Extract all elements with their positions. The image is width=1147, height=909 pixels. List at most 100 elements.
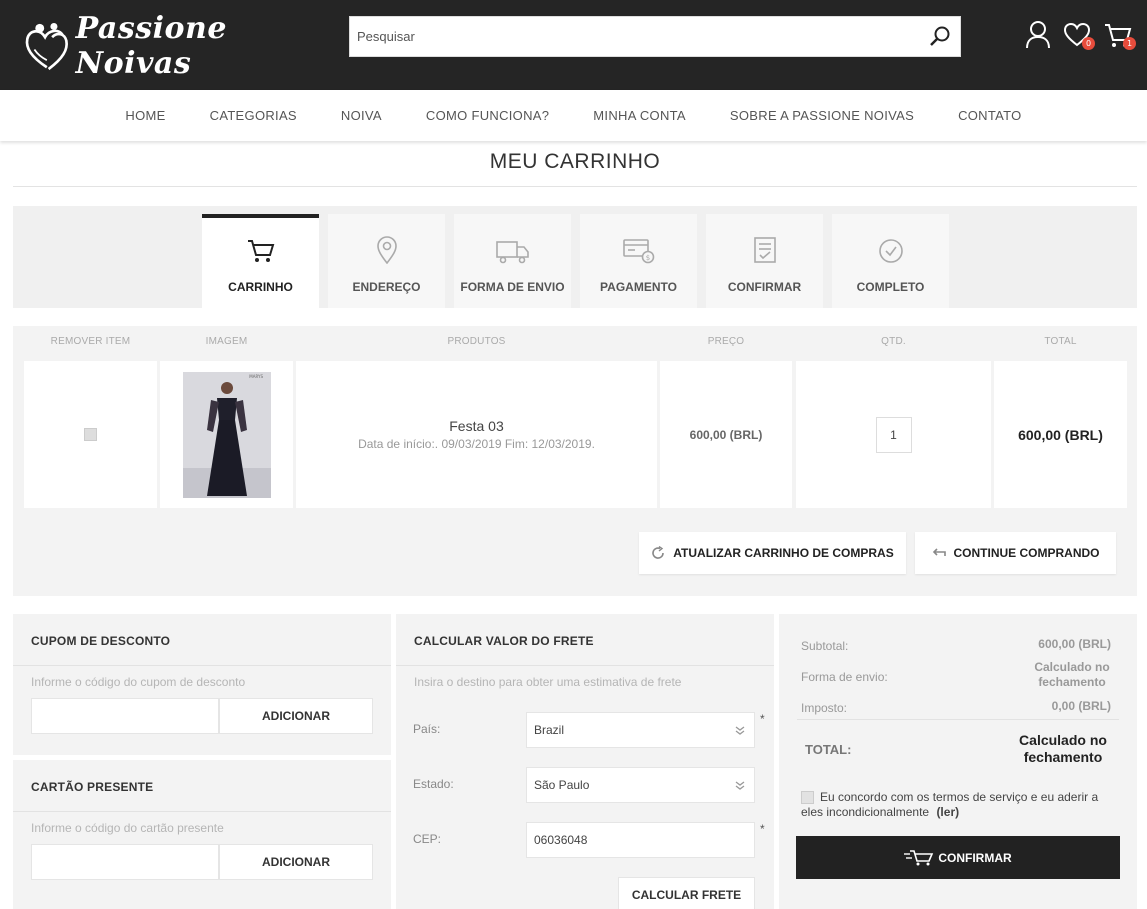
update-cart-button[interactable]: ATUALIZAR CARRINHO DE COMPRAS	[639, 532, 906, 574]
chevron-down-icon	[735, 781, 745, 790]
return-arrow-icon	[932, 548, 946, 556]
page-title: MEU CARRINHO	[13, 150, 1137, 187]
country-select[interactable]: Brazil	[526, 712, 755, 748]
tax-value: 0,00 (BRL)	[1051, 699, 1111, 713]
gift-card-title: CARTÃO PRESENTE	[31, 780, 154, 794]
remove-cell	[24, 361, 157, 508]
wishlist-button[interactable]: 0	[1063, 20, 1095, 50]
terms-row: Eu concordo com os termos de serviço e e…	[801, 790, 1121, 820]
header-price: PREÇO	[707, 336, 745, 347]
zip-input[interactable]: 06036048	[526, 822, 755, 858]
brand-logo[interactable]: Passione Noivas	[22, 11, 322, 81]
required-mark: *	[760, 822, 765, 836]
total-cell: 600,00 (BRL)	[994, 361, 1127, 508]
nav-contato[interactable]: CONTATO	[958, 108, 1022, 123]
nav-categorias[interactable]: CATEGORIAS	[210, 108, 297, 123]
search-input[interactable]	[350, 17, 910, 56]
country-label: País:	[413, 722, 441, 736]
confirm-button[interactable]: CONFIRMAR	[796, 836, 1120, 879]
location-pin-icon	[376, 236, 397, 264]
svg-text:$: $	[645, 254, 649, 262]
search-button[interactable]	[920, 17, 960, 56]
gift-card-code-input[interactable]	[31, 844, 219, 880]
step-confirmar[interactable]: CONFIRMAR	[706, 214, 823, 308]
total-label: TOTAL:	[805, 742, 852, 757]
terms-read-link[interactable]: (ler)	[936, 805, 959, 819]
calculate-shipping-button[interactable]: CALCULAR FRETE	[618, 877, 755, 909]
coupon-hint: Informe o código do cupom de desconto	[31, 675, 246, 689]
coupon-code-input[interactable]	[31, 698, 219, 734]
zip-value: 06036048	[534, 833, 588, 847]
header-remove: REMOVER ITEM	[50, 336, 131, 347]
zip-label: CEP:	[413, 832, 442, 846]
payment-card-icon: $	[622, 239, 654, 264]
coupon-title: CUPOM DE DESCONTO	[31, 634, 171, 648]
price-cell: 600,00 (BRL)	[660, 361, 792, 508]
cart-table: REMOVER ITEM IMAGEM PRODUTOS PREÇO QTD. …	[13, 326, 1137, 596]
account-button[interactable]	[1024, 20, 1052, 50]
step-carrinho[interactable]: CARRINHO	[202, 214, 319, 308]
refresh-icon	[652, 546, 665, 559]
step-endereco[interactable]: ENDEREÇO	[328, 214, 445, 308]
gift-card-hint: Informe o código do cartão presente	[31, 821, 224, 835]
shipping-method-value: Calculado no fechamento	[1034, 660, 1110, 689]
hearts-logo-icon	[25, 22, 68, 71]
step-label: CONFIRMAR	[727, 280, 802, 294]
order-summary-panel: Subtotal: 600,00 (BRL) Forma de envio: C…	[779, 614, 1137, 909]
product-cell: Festa 03 Data de início:. 09/03/2019 Fim…	[296, 361, 657, 508]
cart-icon	[904, 849, 934, 865]
step-label: PAGAMENTO	[600, 280, 677, 294]
product-dates: Data de início:. 09/03/2019 Fim: 12/03/2…	[358, 437, 595, 451]
site-header: Passione Noivas 0 1	[0, 0, 1147, 90]
quantity-input[interactable]	[875, 416, 912, 453]
step-completo[interactable]: COMPLETO	[832, 214, 949, 308]
terms-checkbox[interactable]	[801, 791, 814, 805]
nav-sobre[interactable]: SOBRE A PASSIONE NOIVAS	[730, 108, 914, 123]
shipping-method-label: Forma de envio:	[801, 670, 888, 684]
step-pagamento[interactable]: $ PAGAMENTO	[580, 214, 697, 308]
nav-minha-conta[interactable]: MINHA CONTA	[593, 108, 686, 123]
step-label: COMPLETO	[856, 280, 925, 294]
truck-icon	[495, 241, 529, 264]
checklist-icon	[753, 237, 776, 263]
remove-item-checkbox[interactable]	[84, 428, 97, 441]
state-value: São Paulo	[534, 778, 590, 792]
cart-icon	[247, 240, 274, 262]
step-label: CARRINHO	[228, 280, 293, 294]
chevron-down-icon	[735, 726, 745, 735]
continue-shopping-button[interactable]: CONTINUE COMPRANDO	[915, 532, 1116, 574]
confirm-label: CONFIRMAR	[938, 850, 1012, 865]
cart-button[interactable]: 1	[1104, 20, 1136, 50]
state-select[interactable]: São Paulo	[526, 767, 755, 803]
shipping-hint: Insira o destino para obter uma estimati…	[414, 675, 682, 689]
tax-label: Imposto:	[801, 701, 848, 715]
required-mark: *	[760, 712, 765, 726]
cart-count-badge: 1	[1123, 37, 1136, 50]
continue-shopping-label: CONTINUE COMPRANDO	[953, 546, 1100, 560]
nav-noiva[interactable]: NOIVA	[341, 108, 382, 123]
add-coupon-button[interactable]: ADICIONAR	[219, 698, 373, 734]
svg-text:MARYS: MARYS	[249, 374, 263, 379]
shipping-estimate-panel: CALCULAR VALOR DO FRETE Insira o destino…	[396, 614, 774, 909]
search-icon	[930, 26, 950, 46]
qty-cell	[796, 361, 991, 508]
country-value: Brazil	[534, 723, 565, 737]
state-label: Estado:	[413, 777, 454, 791]
brand-name: Passione Noivas	[75, 11, 227, 81]
subtotal-value: 600,00 (BRL)	[1038, 637, 1111, 651]
nav-home[interactable]: HOME	[125, 108, 165, 123]
step-label: FORMA DE ENVIO	[460, 280, 565, 294]
header-total: TOTAL	[1044, 336, 1077, 347]
wishlist-count-badge: 0	[1082, 37, 1095, 50]
nav-como-funciona[interactable]: COMO FUNCIONA?	[426, 108, 549, 123]
header-qty: QTD.	[881, 336, 906, 347]
step-forma-de-envio[interactable]: FORMA DE ENVIO	[454, 214, 571, 308]
header-products: PRODUTOS	[447, 336, 506, 347]
product-image[interactable]: MARYS	[182, 371, 271, 498]
step-label: ENDEREÇO	[352, 280, 421, 294]
coupon-panel: CUPOM DE DESCONTO Informe o código do cu…	[13, 614, 391, 755]
gift-card-panel: CARTÃO PRESENTE Informe o código do cart…	[13, 760, 391, 909]
add-gift-card-button[interactable]: ADICIONAR	[219, 844, 373, 880]
product-name[interactable]: Festa 03	[449, 418, 503, 434]
user-icon	[1026, 21, 1050, 49]
